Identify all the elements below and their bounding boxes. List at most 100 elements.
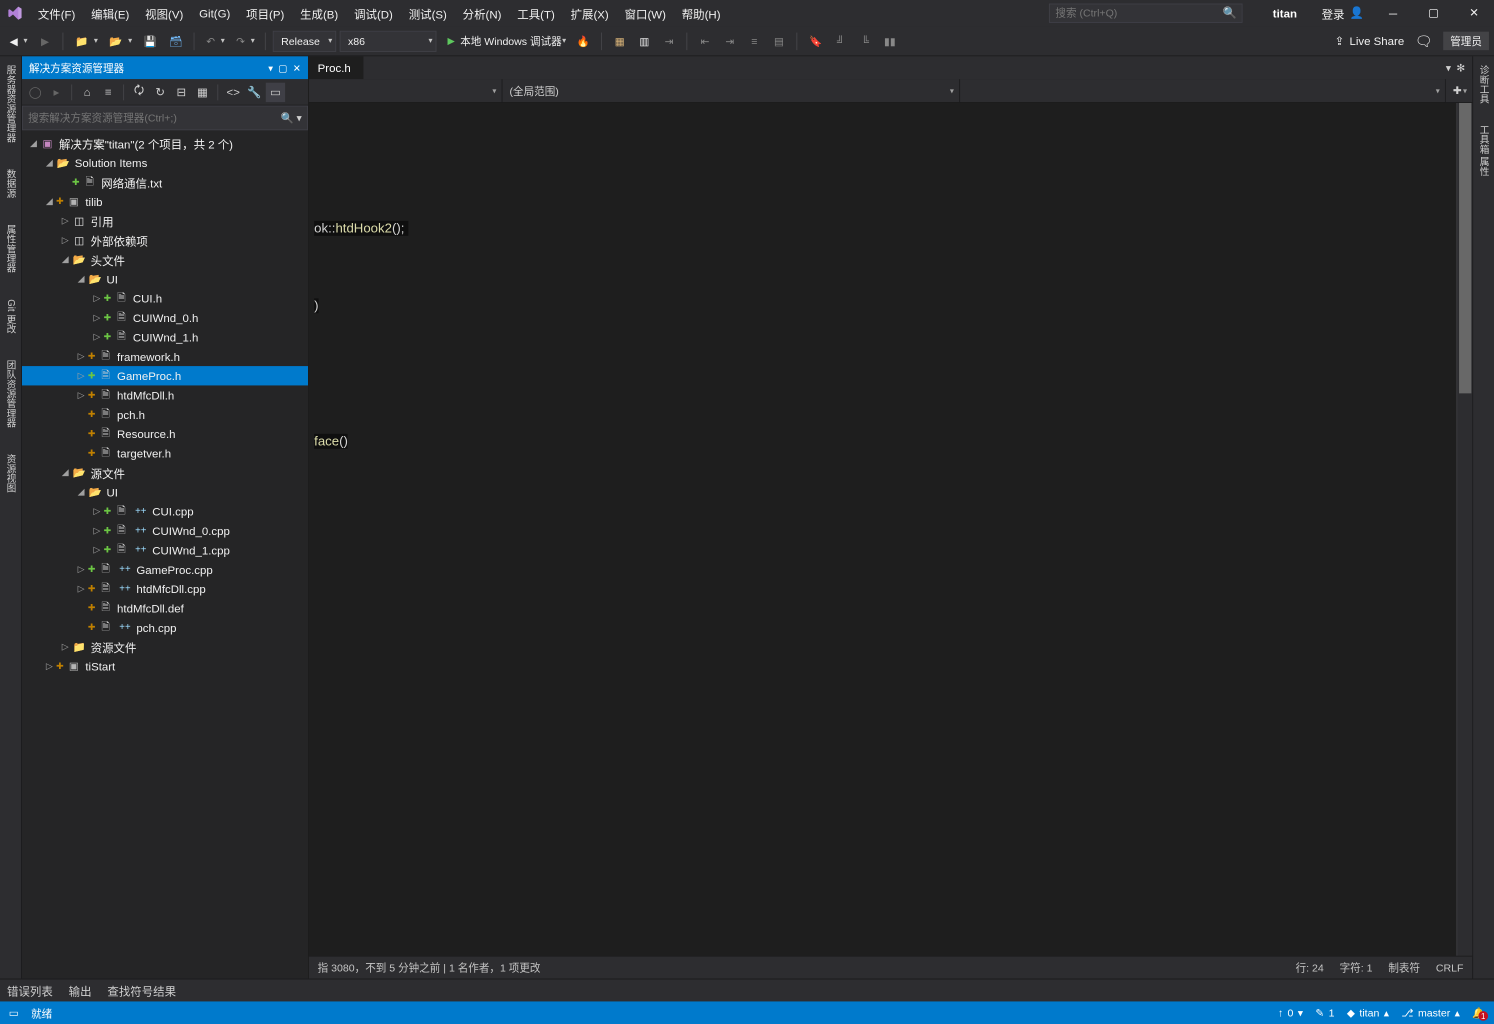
expand-icon[interactable]	[75, 584, 87, 594]
tree-item[interactable]: ✚🗎CUI.h	[22, 289, 308, 308]
expand-icon[interactable]	[43, 661, 55, 671]
bottom-tab[interactable]: 错误列表	[7, 982, 53, 999]
expand-icon[interactable]	[91, 332, 103, 342]
close-button[interactable]: ✕	[1454, 0, 1494, 26]
menu-item[interactable]: 帮助(H)	[674, 0, 729, 26]
solution-search-input[interactable]	[28, 112, 280, 124]
tree-item[interactable]: 📂头文件	[22, 250, 308, 269]
sync-icon[interactable]: 🗘	[129, 82, 148, 101]
expand-icon[interactable]	[75, 352, 87, 362]
scroll-thumb[interactable]	[1459, 103, 1471, 393]
tree-item[interactable]: ✚🗎pch.h	[22, 405, 308, 424]
tree-item[interactable]: 📂UI	[22, 269, 308, 288]
git-repo-item[interactable]: ◆ titan ▴	[1347, 1007, 1389, 1019]
tree-item[interactable]: ✚🗎CUIWnd_0.h	[22, 308, 308, 327]
tree-item[interactable]: ✚🗎framework.h	[22, 347, 308, 366]
solution-tree[interactable]: ▣解决方案"titan"(2 个项目，共 2 个)📂Solution Items…	[22, 130, 308, 978]
tb-icon-7[interactable]: ▤	[768, 30, 789, 51]
save-button[interactable]: 💾	[139, 30, 161, 51]
search-icon[interactable]: 🔍	[1222, 6, 1236, 20]
tree-item[interactable]: ✚🗎网络通信.txt	[22, 172, 308, 191]
expand-icon[interactable]	[75, 487, 87, 497]
menu-item[interactable]: 调试(D)	[346, 0, 401, 26]
refresh-icon[interactable]: ↻	[150, 82, 169, 101]
tb-icon-2[interactable]: ▥	[634, 30, 655, 51]
tb-icon-1[interactable]: ▦	[609, 30, 630, 51]
expand-icon[interactable]	[75, 371, 87, 381]
search-box[interactable]: 🔍	[1049, 4, 1243, 23]
side-tab[interactable]: 团队资源管理器	[2, 355, 20, 433]
expand-icon[interactable]	[59, 642, 71, 652]
tree-item[interactable]: ✚🗎++GameProc.cpp	[22, 560, 308, 579]
tb-icon-3[interactable]: ⇥	[658, 30, 679, 51]
expand-icon[interactable]	[91, 526, 103, 536]
side-tab[interactable]: 资源视图	[2, 449, 20, 498]
open-button[interactable]: 📂	[105, 30, 136, 51]
menu-item[interactable]: 窗口(W)	[617, 0, 674, 26]
menu-item[interactable]: 文件(F)	[30, 0, 83, 26]
fire-button[interactable]: 🔥	[572, 30, 594, 51]
git-pending-item[interactable]: ✎ 1	[1315, 1007, 1334, 1019]
expand-icon[interactable]	[43, 158, 55, 168]
tb-icon-10[interactable]: ▮▮	[879, 30, 900, 51]
menu-item[interactable]: 编辑(E)	[83, 0, 137, 26]
side-tab[interactable]: 工具箱 属性	[1475, 120, 1493, 182]
expand-icon[interactable]	[91, 293, 103, 303]
tree-item[interactable]: ▣解决方案"titan"(2 个项目，共 2 个)	[22, 134, 308, 153]
git-push-item[interactable]: ↑ 0 ▾	[1278, 1007, 1303, 1019]
tree-item[interactable]: ✚▣tilib	[22, 192, 308, 211]
tree-item[interactable]: 📂UI	[22, 482, 308, 501]
solution-search[interactable]: 🔍 ▾	[22, 106, 308, 131]
expand-icon[interactable]	[75, 274, 87, 284]
menu-item[interactable]: 生成(B)	[292, 0, 346, 26]
preview-icon[interactable]: ▭	[266, 82, 285, 101]
expand-icon[interactable]	[59, 216, 71, 226]
nav-back-button[interactable]: ◀	[5, 30, 31, 51]
code-editor[interactable]: ok::htdHook2(); ) face()	[309, 103, 1472, 956]
nav-member-combo[interactable]	[960, 79, 1446, 102]
tree-item[interactable]: ✚🗎htdMfcDll.h	[22, 385, 308, 404]
menu-item[interactable]: 工具(T)	[509, 0, 562, 26]
expand-icon[interactable]	[59, 235, 71, 245]
close-icon[interactable]: ✕	[293, 62, 301, 73]
tree-item[interactable]: ✚🗎CUIWnd_1.h	[22, 327, 308, 346]
expand-icon[interactable]	[91, 313, 103, 323]
menu-item[interactable]: Git(G)	[191, 0, 238, 26]
tab-gear-icon[interactable]: ✻	[1456, 62, 1465, 74]
back-icon[interactable]: ◯	[26, 82, 45, 101]
menu-item[interactable]: 视图(V)	[137, 0, 191, 26]
menu-item[interactable]: 分析(N)	[455, 0, 510, 26]
expand-icon[interactable]	[43, 197, 55, 207]
editor-scrollbar[interactable]	[1456, 103, 1472, 956]
tree-item[interactable]: ✚🗎++CUI.cpp	[22, 502, 308, 521]
code-icon[interactable]: <>	[224, 82, 243, 101]
tree-item[interactable]: ✚🗎++CUIWnd_1.cpp	[22, 540, 308, 559]
expand-icon[interactable]	[75, 390, 87, 400]
tree-item[interactable]: ✚🗎++htdMfcDll.cpp	[22, 579, 308, 598]
properties-icon[interactable]: 🔧	[245, 82, 264, 101]
side-tab[interactable]: Git 更改	[2, 294, 20, 339]
tree-item[interactable]: ◫外部依赖项	[22, 231, 308, 250]
expand-icon[interactable]	[59, 255, 71, 265]
undo-button[interactable]: ↶	[202, 30, 228, 51]
config-combo[interactable]: Release	[273, 30, 336, 51]
nav-project-combo[interactable]	[309, 79, 503, 102]
dropdown-icon[interactable]: ▾	[268, 62, 273, 73]
pin-icon[interactable]: ▢	[278, 62, 287, 73]
expand-icon[interactable]	[75, 565, 87, 575]
feedback-icon[interactable]: 🗨	[1415, 32, 1433, 50]
nav-split-icon[interactable]: ✚	[1446, 79, 1472, 102]
menu-item[interactable]: 测试(S)	[401, 0, 455, 26]
live-share-button[interactable]: ⇪ Live Share	[1335, 34, 1405, 48]
login-button[interactable]: 登录 👤	[1313, 5, 1373, 22]
editor-tab-active[interactable]: Proc.h	[309, 56, 363, 79]
tb-icon-8[interactable]: ╝	[830, 30, 851, 51]
bookmark-icon[interactable]: 🔖	[805, 30, 827, 51]
minimize-button[interactable]: ─	[1373, 0, 1413, 26]
side-tab[interactable]: 服务器资源管理器	[2, 60, 20, 148]
tb-icon-6[interactable]: ≡	[744, 30, 765, 51]
home-icon[interactable]: ⌂	[77, 82, 96, 101]
tree-item[interactable]: ✚🗎++CUIWnd_0.cpp	[22, 521, 308, 540]
tree-item[interactable]: ◫引用	[22, 211, 308, 230]
save-all-button[interactable]: 🗃	[165, 30, 187, 51]
